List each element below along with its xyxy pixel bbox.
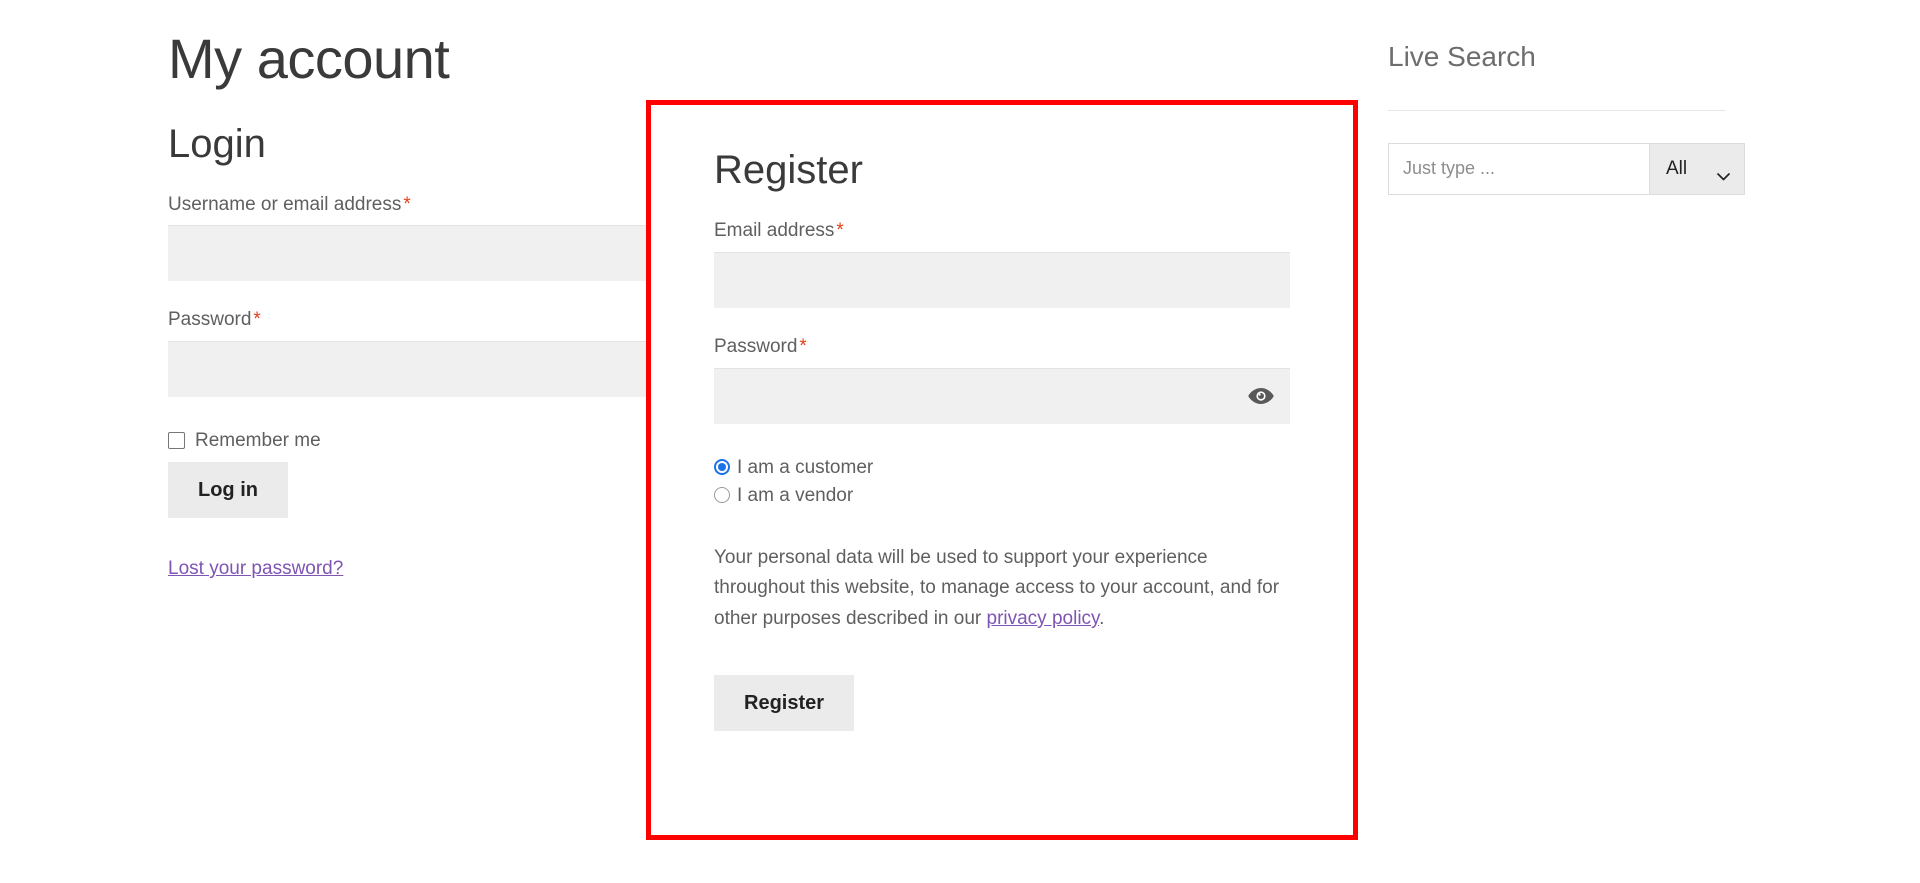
radio-row-customer[interactable]: I am a customer	[714, 458, 1290, 477]
radio-vendor-label[interactable]: I am a vendor	[737, 486, 853, 505]
register-email-input[interactable]	[714, 251, 1290, 308]
search-category-value: All	[1666, 157, 1688, 179]
lost-password-link[interactable]: Lost your password?	[168, 558, 343, 580]
register-email-label: Email address *	[714, 220, 1290, 243]
login-username-label: Username or email address *	[168, 194, 688, 217]
privacy-notice-text-after: .	[1099, 608, 1105, 630]
login-password-label: Password *	[168, 309, 688, 332]
my-account-page: My account Login Username or email addre…	[0, 0, 1920, 883]
account-type-radio-group: I am a customer I am a vendor	[714, 458, 1290, 505]
register-password-field-block: Password *	[714, 336, 1290, 424]
register-button[interactable]: Register	[714, 674, 855, 731]
login-username-label-text: Username or email address	[168, 193, 402, 215]
chevron-down-icon	[1717, 165, 1730, 180]
remember-me-row[interactable]: Remember me	[168, 431, 688, 450]
register-panel: Register Email address * Password * I am…	[646, 100, 1358, 840]
login-username-field-block: Username or email address *	[168, 194, 688, 282]
live-search-row: All	[1388, 142, 1745, 195]
register-password-label-text: Password	[714, 335, 798, 357]
register-heading: Register	[714, 148, 863, 192]
register-email-field-block: Email address *	[714, 220, 1290, 308]
remember-me-checkbox[interactable]	[168, 432, 185, 450]
login-username-input[interactable]	[168, 225, 688, 282]
eye-icon	[1248, 387, 1274, 405]
search-category-select[interactable]: All	[1649, 142, 1745, 195]
radio-vendor[interactable]	[714, 487, 730, 504]
widget-divider	[1388, 109, 1726, 111]
lost-password-row: Lost your password?	[168, 518, 688, 580]
radio-row-vendor[interactable]: I am a vendor	[714, 486, 1290, 505]
privacy-policy-link[interactable]: privacy policy	[987, 608, 1100, 629]
login-heading: Login	[168, 121, 266, 166]
required-asterisk: *	[253, 309, 261, 331]
privacy-notice: Your personal data will be used to suppo…	[714, 543, 1290, 635]
register-password-input[interactable]	[714, 367, 1290, 424]
required-asterisk: *	[403, 193, 411, 215]
required-asterisk: *	[836, 220, 844, 241]
register-password-label: Password *	[714, 336, 1290, 359]
login-password-field-block: Password *	[168, 309, 688, 398]
sidebar: Live Search All	[1388, 0, 1748, 195]
required-asterisk: *	[799, 335, 807, 357]
login-password-wrapper	[168, 341, 688, 398]
page-title: My account	[168, 27, 450, 90]
login-password-label-text: Password	[168, 309, 252, 331]
radio-customer-label[interactable]: I am a customer	[737, 458, 873, 477]
live-search-widget-title: Live Search	[1388, 41, 1536, 72]
login-column: My account Login Username or email addre…	[168, 0, 688, 580]
register-email-label-text: Email address	[714, 220, 835, 241]
radio-customer[interactable]	[714, 459, 730, 476]
search-input[interactable]	[1388, 142, 1649, 195]
log-in-button[interactable]: Log in	[168, 462, 288, 519]
login-password-input[interactable]	[168, 341, 688, 398]
register-password-wrapper	[714, 367, 1290, 424]
register-password-visibility-toggle[interactable]	[1248, 383, 1274, 409]
remember-me-label[interactable]: Remember me	[195, 431, 321, 450]
